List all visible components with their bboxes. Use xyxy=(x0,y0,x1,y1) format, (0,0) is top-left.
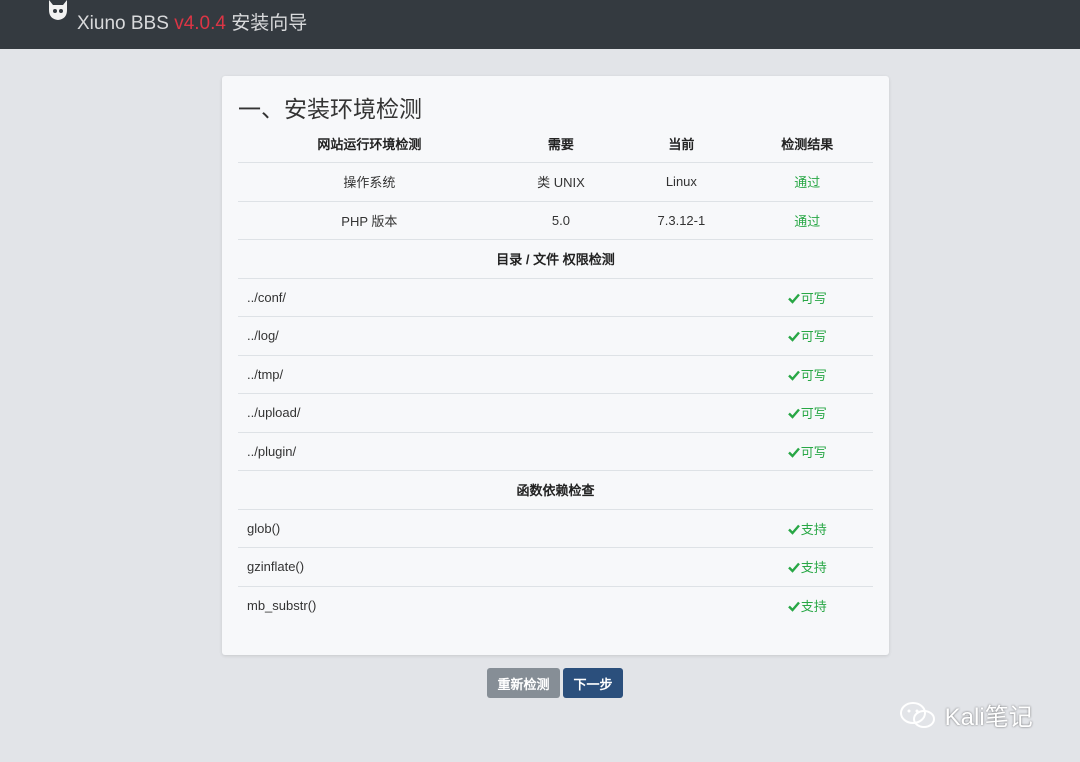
function-status: 支持 xyxy=(741,508,873,548)
watermark-text: Kali笔记 xyxy=(944,704,1033,731)
dir-path-status: 可写 xyxy=(741,277,873,317)
table-header-row: 网站运行环境检测 需要 当前 检测结果 xyxy=(238,124,873,163)
table-row: ../upload/可写 xyxy=(238,393,873,432)
table-row: ../plugin/可写 xyxy=(238,431,873,471)
table-row: ../tmp/可写 xyxy=(238,354,873,394)
status-text: 支持 xyxy=(800,521,827,537)
env-current-cell: 7.3.12-1 xyxy=(621,200,742,240)
function-name: mb_substr() xyxy=(238,585,742,625)
table-row: gzinflate() 支持 xyxy=(238,547,873,586)
watermark: Kali笔记 xyxy=(898,697,1033,733)
table-row: 操作系统类 UNIX Linux 通过 xyxy=(238,162,873,201)
install-check-card: 一、安装环境检测 网站运行环境检测 需要 当前 检测结果操作系统类 UNIX Linux… xyxy=(222,76,889,655)
column-header: 需要 xyxy=(547,136,574,152)
function-status: 支持 xyxy=(741,585,873,625)
table-row: ../log/可写 xyxy=(238,316,873,355)
function-check-heading-row: 函数依赖检查 xyxy=(238,470,873,509)
check-icon xyxy=(787,370,800,381)
check-icon xyxy=(787,601,800,612)
check-icon xyxy=(787,524,800,535)
env-result-cell: 通过 xyxy=(741,200,873,240)
wechat-icon xyxy=(900,701,935,728)
top-navbar: Xiuno BBS v4.0.4 安装向导 xyxy=(0,0,1080,49)
wizard-label: 安装向导 xyxy=(231,13,308,34)
page-title: 一、安装环境检测 xyxy=(238,97,422,123)
version-label: v4.0.4 xyxy=(174,13,226,34)
env-result-cell: 通过 xyxy=(741,162,873,201)
table-row: PHP 版本 5.0 7.3.12-1 通过 xyxy=(238,200,873,240)
dir-path-status: 可写 xyxy=(741,393,873,432)
status-text: 可写 xyxy=(800,367,827,383)
dir-path-status: 可写 xyxy=(741,316,873,355)
dir-permission-heading-row: 目录 / 文件 权限检测 xyxy=(238,239,873,278)
status-text: 可写 xyxy=(800,290,827,306)
dir-path-status: 可写 xyxy=(741,354,873,394)
next-step-button[interactable]: 下一步 xyxy=(563,668,623,698)
dir-path-name: ../tmp/ xyxy=(238,354,742,394)
brand-name: Xiuno BBS xyxy=(77,13,169,34)
check-icon xyxy=(787,408,800,420)
dir-permission-heading: 目录 / 文件 权限检测 xyxy=(238,239,873,278)
dir-path-name: ../plugin/ xyxy=(238,431,742,471)
dir-path-name: ../conf/ xyxy=(238,277,742,317)
env-current-cell: Linux xyxy=(621,162,742,201)
table-row: glob() 支持 xyxy=(238,508,873,548)
status-text: 支持 xyxy=(800,599,827,614)
env-item-cell: PHP 版本 xyxy=(238,200,501,240)
check-icon xyxy=(787,447,800,458)
env-required-cell: 类 UNIX xyxy=(500,162,622,201)
column-header: 当前 xyxy=(668,136,695,152)
navbar-brand[interactable]: Xiuno BBS v4.0.4 安装向导 xyxy=(77,8,307,35)
table-row: mb_substr() 支持 xyxy=(238,585,873,625)
column-header: 网站运行环境检测 xyxy=(317,136,422,152)
status-text: 可写 xyxy=(800,444,827,460)
status-text: 可写 xyxy=(800,329,827,345)
env-required-cell: 5.0 xyxy=(500,200,622,240)
env-item-cell: 操作系统 xyxy=(238,162,501,201)
function-name: glob() xyxy=(238,508,742,548)
environment-check-table: 网站运行环境检测 需要 当前 检测结果 操作系统类 UNIX Linux 通过 PHP 版本 5… xyxy=(238,124,873,625)
check-icon xyxy=(787,331,800,343)
status-text: 支持 xyxy=(800,560,827,576)
status-text: 可写 xyxy=(800,406,827,422)
function-check-heading: 函数依赖检查 xyxy=(238,470,873,509)
check-icon xyxy=(787,562,800,574)
recheck-button[interactable]: 重新检测 xyxy=(487,668,560,698)
dir-path-status: 可写 xyxy=(741,431,873,471)
xiuno-logo-icon xyxy=(49,0,67,20)
table-row: ../conf/可写 xyxy=(238,277,873,317)
function-name: gzinflate() xyxy=(238,547,742,586)
column-header: 检测结果 xyxy=(781,136,834,152)
dir-path-name: ../upload/ xyxy=(238,393,742,432)
dir-path-name: ../log/ xyxy=(238,316,742,355)
function-status: 支持 xyxy=(741,547,873,586)
check-icon xyxy=(787,293,800,304)
